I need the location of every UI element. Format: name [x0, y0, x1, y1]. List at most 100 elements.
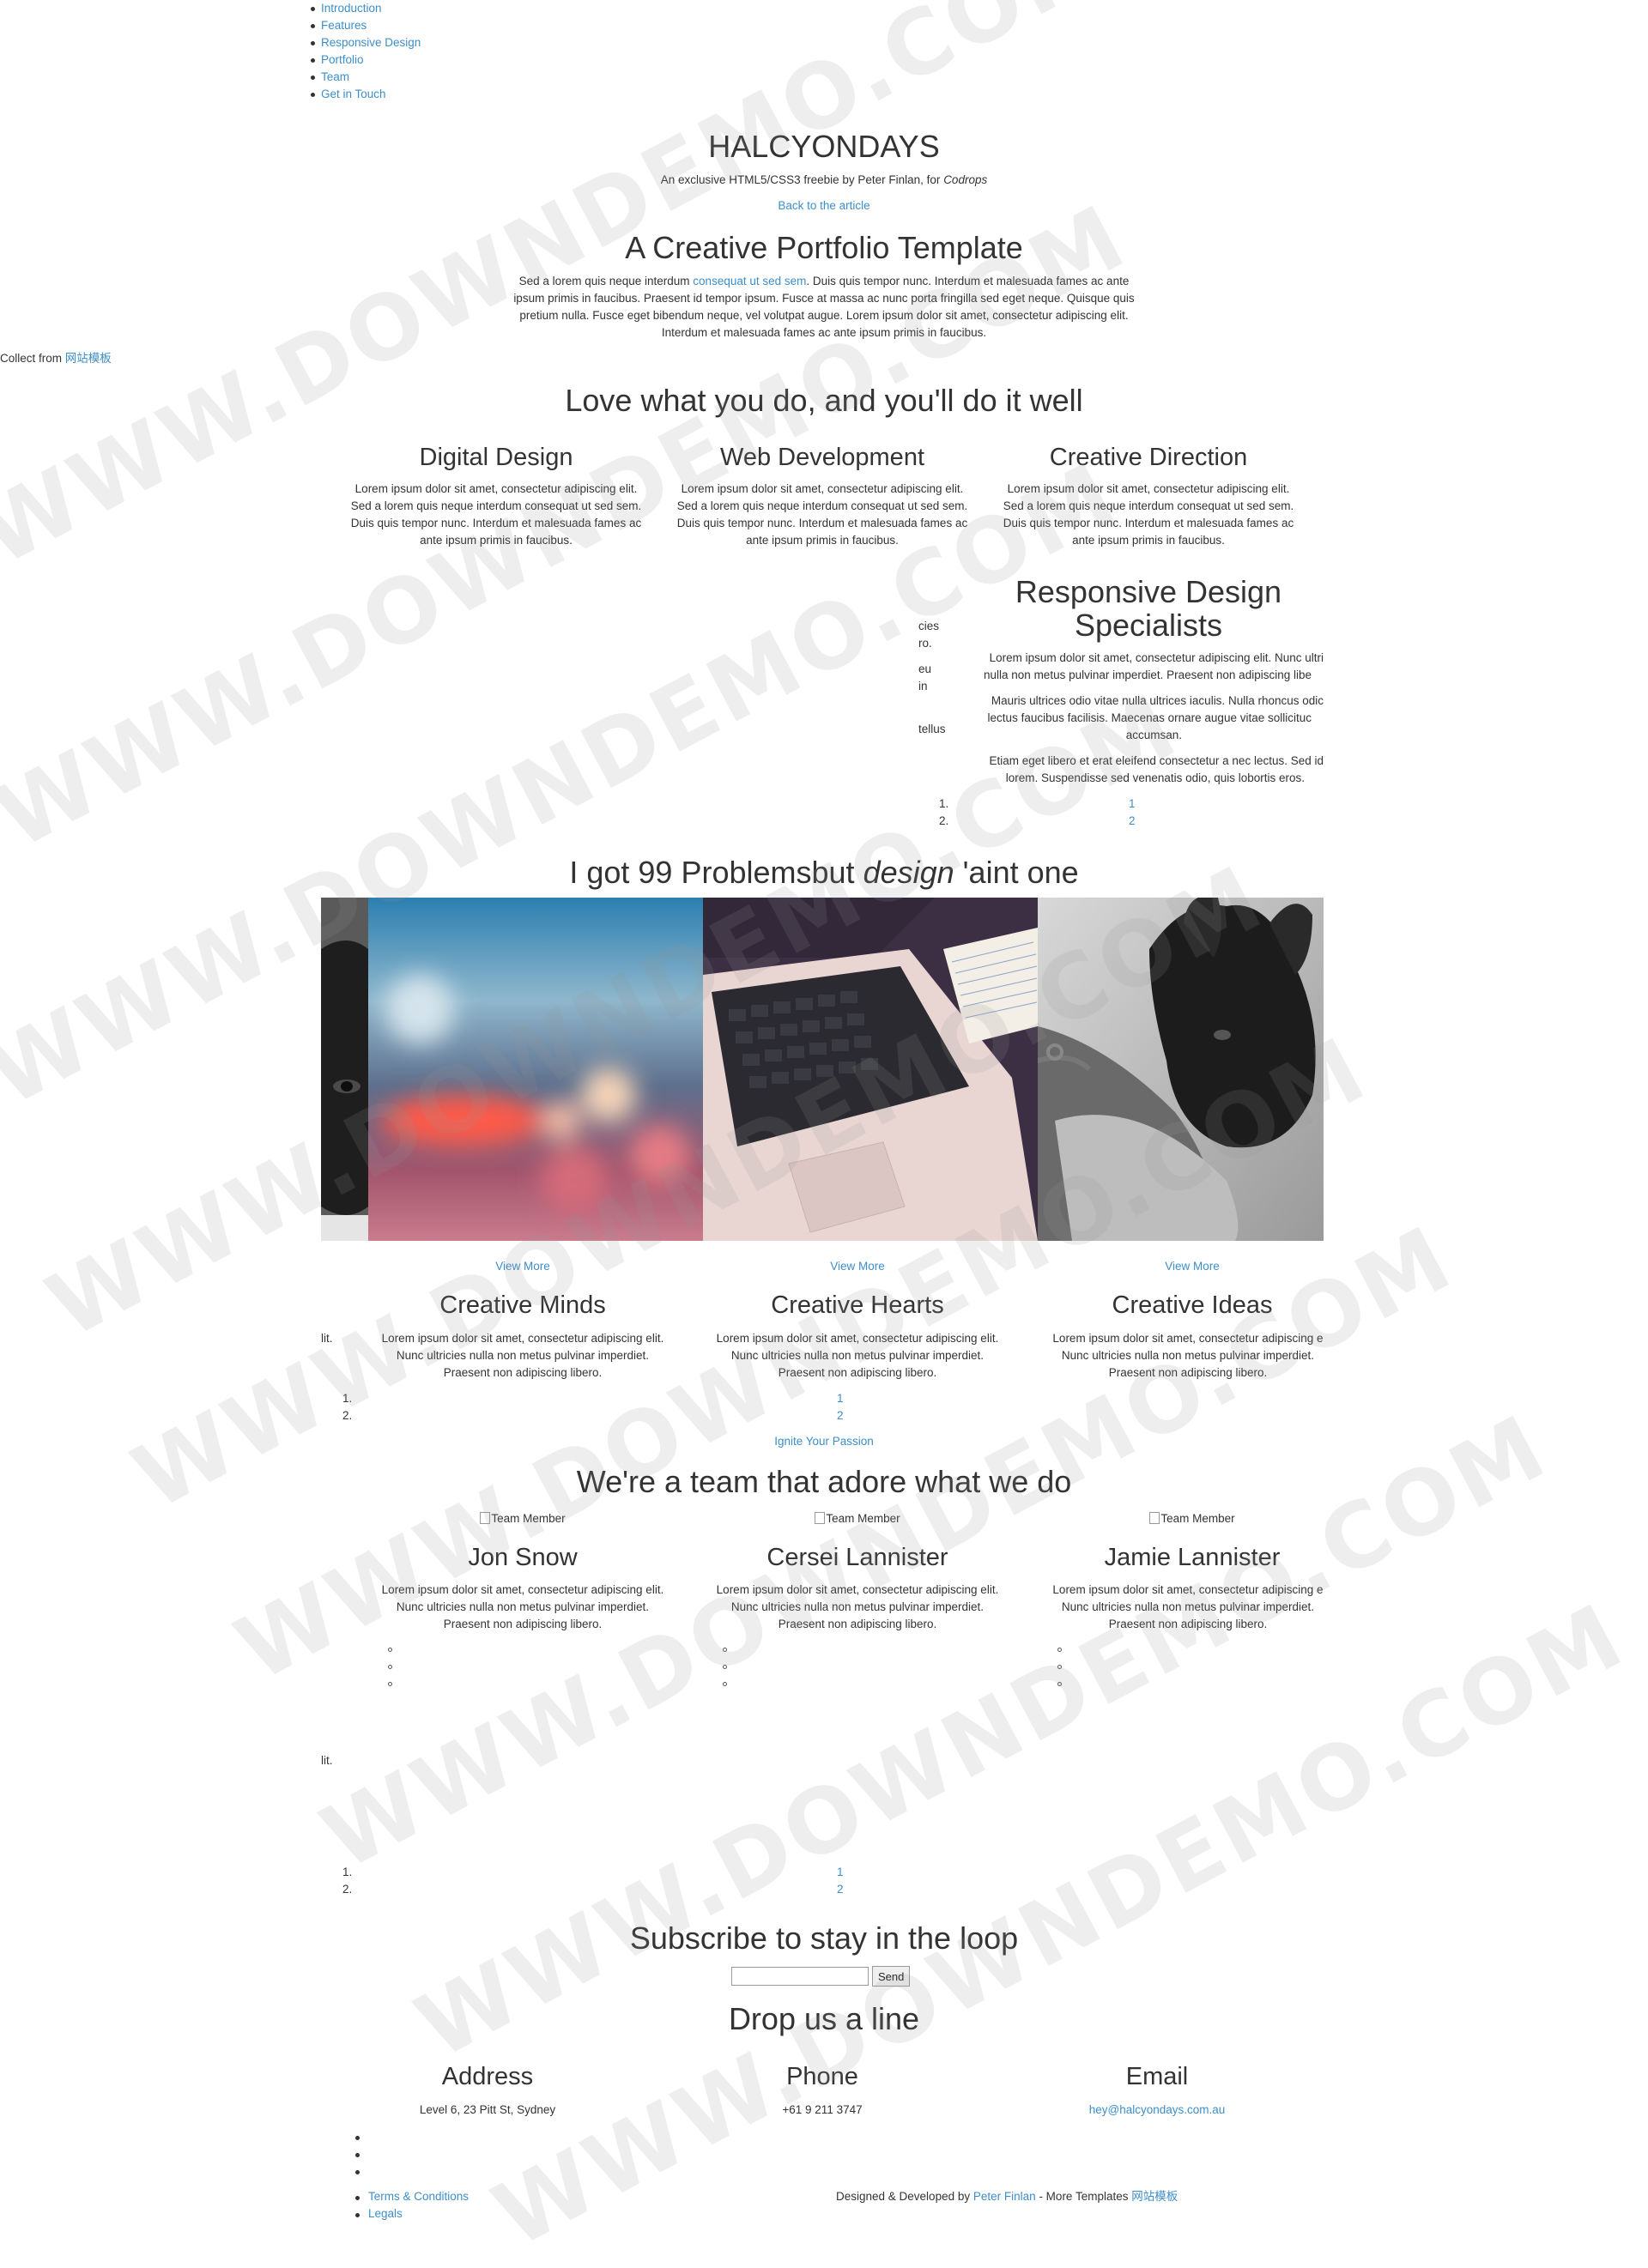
list-marker: 1. [342, 1866, 353, 1878]
back-to-article-link[interactable]: Back to the article [652, 197, 996, 215]
social-link[interactable] [723, 1648, 727, 1652]
portfolio-item-text-wrap: Lorem ipsum dolor sit amet, consectetur … [1038, 1330, 1324, 1382]
list-marker: 2. [342, 1883, 353, 1896]
responsive-text-line: lectus faucibus facilisis. Maecenas orna… [987, 711, 1312, 724]
bullet [311, 24, 315, 28]
portfolio-heading-end: 'aint one [962, 855, 1079, 890]
footer-credit: Designed & Developed by Peter Finlan - M… [836, 2188, 1178, 2205]
responsive-text-line: accumsan. [1125, 729, 1182, 741]
slide-pager-2[interactable]: 2 [1129, 813, 1136, 830]
social-link[interactable] [1057, 1648, 1062, 1652]
list-marker: 2. [939, 814, 949, 827]
view-more-link[interactable]: View More [360, 1258, 686, 1275]
phone-value: +61 9 211 3747 [782, 2103, 863, 2116]
nav-features[interactable]: Features [321, 17, 367, 34]
collect-label: Collect from [0, 352, 63, 365]
team-image-alt: Team Member [1160, 1512, 1235, 1525]
team-image-alt: Team Member [826, 1512, 900, 1525]
portfolio-item-title: Creative Minds [439, 1291, 606, 1319]
team-pager-1[interactable]: 1 [837, 1864, 844, 1881]
address-value: Level 6, 23 Pitt St, Sydney [419, 2103, 556, 2116]
nav-responsive-design[interactable]: Responsive Design [321, 34, 421, 51]
broken-image-icon [815, 1512, 826, 1524]
portfolio-item-text: Lorem ipsum dolor sit amet, consectetur … [716, 1332, 999, 1379]
feature-text: Lorem ipsum dolor sit amet, consectetur … [1003, 482, 1294, 547]
nav-get-in-touch[interactable]: Get in Touch [321, 86, 386, 103]
intro-heading: A Creative Portfolio Template [625, 230, 1023, 265]
social-bullet[interactable] [355, 2170, 360, 2174]
social-bullet[interactable] [355, 2153, 360, 2157]
social-link[interactable] [723, 1665, 727, 1669]
collect-link[interactable]: 网站模板 [65, 352, 112, 365]
social-bullet[interactable] [355, 2136, 360, 2140]
author-link[interactable]: Peter Finlan [973, 2190, 1036, 2203]
terms-link[interactable]: Terms & Conditions [368, 2188, 469, 2205]
site-subtitle: An exclusive HTML5/CSS3 freebie by Peter… [481, 172, 1167, 189]
laptop-image [703, 898, 1038, 1241]
ignite-passion-link[interactable]: Ignite Your Passion [652, 1433, 996, 1450]
social-link[interactable] [1057, 1665, 1062, 1669]
email-link[interactable]: hey@halcyondays.com.au [994, 2102, 1320, 2119]
contact-heading: Drop us a line [728, 2001, 920, 2036]
nav-introduction[interactable]: Introduction [321, 0, 382, 17]
team-member-name: Jon Snow [468, 1544, 578, 1571]
portfolio-item-text: Lorem ipsum dolor sit amet, consectetur … [381, 1332, 664, 1379]
templates-link[interactable]: 网站模板 [1131, 2190, 1178, 2203]
portfolio-heading-start: I got 99 Problemsbut [569, 855, 855, 890]
legals-link[interactable]: Legals [368, 2205, 403, 2223]
portfolio-image-peek [321, 898, 368, 1241]
list-marker: 2. [342, 1409, 353, 1422]
portfolio-image-laptop [703, 898, 1038, 1241]
features-heading: Love what you do, and you'll do it well [565, 383, 1083, 418]
list-marker: 1. [342, 1392, 353, 1405]
social-link[interactable] [388, 1682, 392, 1686]
subscribe-heading: Subscribe to stay in the loop [629, 1920, 1019, 1956]
broken-image-icon [480, 1512, 491, 1524]
view-more-link[interactable]: View More [1029, 1258, 1355, 1275]
responsive-heading: Responsive Design Specialists [960, 575, 1337, 642]
bullet [355, 2196, 360, 2200]
slide-pager-1[interactable]: 1 [1129, 795, 1136, 813]
subscribe-email-input[interactable] [731, 1967, 869, 1986]
portfolio-pager-1[interactable]: 1 [837, 1390, 844, 1407]
feature-title: Web Development [719, 444, 925, 471]
portfolio-item-text: Lorem ipsum dolor sit amet, consectetur … [1052, 1332, 1324, 1379]
feature-title: Digital Design [419, 444, 573, 471]
feature-text: Lorem ipsum dolor sit amet, consectetur … [350, 482, 642, 547]
team-member-image: Team Member [360, 1510, 686, 1527]
social-link[interactable] [1057, 1682, 1062, 1686]
team-member-name: Jamie Lannister [1104, 1544, 1281, 1571]
social-link[interactable] [388, 1665, 392, 1669]
team-pager-2[interactable]: 2 [837, 1881, 844, 1898]
bullet [311, 41, 315, 45]
slide-peek-text: lit. [321, 1332, 333, 1345]
credit-text: Designed & Developed by [836, 2190, 971, 2203]
team-member-bio: Lorem ipsum dolor sit amet, consectetur … [716, 1583, 999, 1630]
send-button[interactable]: Send [872, 1966, 911, 1987]
view-more-link[interactable]: View More [694, 1258, 1021, 1275]
site-title: HALCYONDAYS [708, 129, 940, 164]
responsive-text-line: Mauris ultrices odio vitae nulla ultrice… [991, 694, 1324, 707]
credit-more-text: - More Templates [1039, 2190, 1129, 2203]
portfolio-heading: I got 99 Problemsbut design 'aint one [395, 855, 1253, 891]
slide-peek-text: cies [918, 620, 940, 632]
dog-eye-image [321, 898, 368, 1241]
portfolio-pager-2[interactable]: 2 [837, 1407, 844, 1424]
social-link[interactable] [388, 1648, 392, 1652]
portfolio-item-title: Creative Hearts [771, 1291, 944, 1319]
broken-image-icon [1149, 1512, 1160, 1524]
bullet [311, 58, 315, 63]
social-link[interactable] [723, 1682, 727, 1686]
feature-title: Creative Direction [1049, 444, 1248, 471]
intro-text-start: Sed a lorem quis neque interdum [518, 275, 690, 287]
subtitle-codrops: Codrops [943, 173, 988, 186]
list-marker: 1. [939, 797, 949, 810]
intro-link[interactable]: consequat ut sed sem [693, 275, 806, 287]
team-image-alt: Team Member [491, 1512, 566, 1525]
team-member-name: Cersei Lannister [766, 1544, 948, 1571]
portfolio-image-bokeh [368, 898, 703, 1241]
email-title: Email [1125, 2063, 1189, 2090]
nav-portfolio[interactable]: Portfolio [321, 51, 364, 69]
responsive-text-line: Etiam eget libero et erat eleifend conse… [989, 754, 1324, 767]
nav-team[interactable]: Team [321, 69, 349, 86]
